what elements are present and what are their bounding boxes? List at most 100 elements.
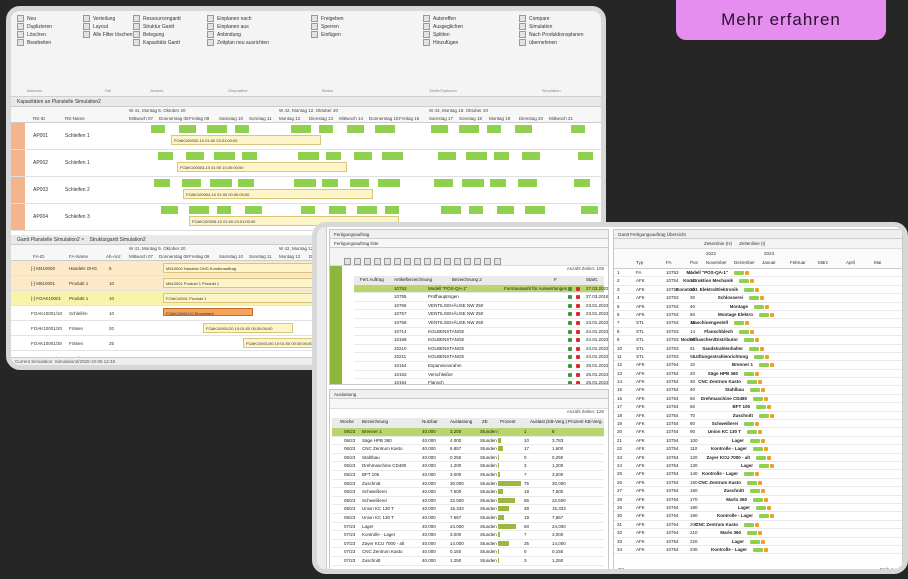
gantt-overview-row[interactable]: 23 AFK 10754 120 Zayer KCU 7000 - alt — [614, 454, 902, 462]
ribbon-button[interactable]: Bearbeiten — [17, 39, 52, 47]
capacity-bar[interactable] — [161, 206, 178, 214]
gantt-overview-row[interactable]: 26 AFK 10754 150 CNC Zentrum Kasto — [614, 479, 902, 488]
gantt-overview-row[interactable]: 2 AFK 10754 10 Konstruktion Mechanik — [614, 277, 902, 286]
ribbon-button[interactable]: Autoreffen — [423, 15, 463, 23]
capacity-bar[interactable] — [469, 206, 483, 214]
gantt-overview-row[interactable]: 30 AFK 10754 190 Kontrolle - Lager — [614, 512, 902, 521]
gantt-overview-row[interactable]: 1 FA 10753 1 Modell "POS-QA-1" — [614, 269, 902, 278]
tab-struktur[interactable]: Strukturgantt Simulation2 — [90, 237, 146, 243]
load-row[interactable]: 05/23 Zuschnitt 40.000 30.000 Stunden 75 30,00… — [332, 480, 604, 489]
ribbon-button[interactable]: Hinzufügen — [423, 39, 463, 47]
ribbon-button[interactable]: übernehmen — [519, 39, 583, 47]
gantt-overview-row[interactable]: 29 AFK 10754 180 Lager — [614, 504, 902, 513]
gantt-overview-row[interactable]: 20 AFK 10754 90 Union KC 130 T — [614, 428, 902, 437]
load-row[interactable]: 07/23 Zayer KCU 7000 - alt 40.000 14.000 Stu… — [332, 540, 604, 549]
capacity-bar[interactable] — [490, 179, 506, 187]
capacity-bar[interactable] — [357, 206, 377, 214]
ribbon-button[interactable]: Anbindung — [207, 31, 269, 39]
gantt-overview-row[interactable]: 13 AFK 10754 20 Säge HPB 360 — [614, 370, 902, 379]
load-row[interactable]: 07/23 Kontrolle - Lager 40.000 3.000 Stunden… — [332, 531, 604, 540]
gantt-overview-row[interactable]: 18 AFK 10754 70 Zuschnitt — [614, 412, 902, 421]
capacity-bar[interactable] — [438, 152, 456, 160]
gantt-overview-row[interactable]: 33 AFK 10754 220 Lager — [614, 538, 902, 546]
load-row[interactable]: 05/23 BFT 105 40.000 3.000 Stunden 7 3,000 — [332, 471, 604, 480]
capacity-bar[interactable] — [378, 179, 400, 187]
order-bar[interactable]: FOAK10001/20 10:01:00 00:30:00:00 — [203, 323, 293, 333]
capacity-bar[interactable] — [158, 152, 173, 160]
ribbon-button[interactable]: Duplizieren — [17, 23, 52, 31]
gantt-overview-row[interactable]: 17 AFK 10754 60 BFT 105 — [614, 403, 902, 412]
orders-row[interactable]: 10158 KOLBENSTANGE 24.01.2023 — [354, 336, 608, 345]
toolbar-icon[interactable] — [454, 258, 461, 266]
capacity-bar[interactable] — [578, 152, 593, 160]
capacity-bar[interactable] — [210, 179, 232, 187]
load-row[interactable]: 06/23 Drehmaschine CD480 40.000 1.200 Stunde… — [332, 462, 604, 471]
capacity-bar[interactable] — [245, 206, 262, 214]
gantt-overview-row[interactable]: 28 AFK 10754 170 Marlo 360 — [614, 496, 902, 504]
ribbon-button[interactable]: Neu — [17, 15, 52, 23]
capacity-bar[interactable] — [242, 152, 257, 160]
resource-row[interactable]: AP002 Schleifen 1 FOAK100003-10 01:00 10:3… — [11, 150, 601, 177]
ribbon-button[interactable]: Zeitplan neu ausrichten — [207, 39, 269, 47]
toolbar-icon[interactable] — [494, 258, 501, 266]
toolbar-icon[interactable] — [344, 258, 351, 266]
gantt-overview-row[interactable]: 12 AFK 10754 10 Brenner 1 — [614, 361, 902, 370]
ribbon-button[interactable]: Struktur Gantt — [133, 23, 181, 31]
toolbar-icon[interactable] — [364, 258, 371, 266]
orders-pane-title[interactable]: Fertigungsauftrag — [334, 232, 369, 237]
gantt-overview-row[interactable]: 19 AFK 10754 80 Schweißerei — [614, 420, 902, 429]
ribbon-button[interactable]: Verteilung — [83, 15, 132, 23]
gantt-overview-row[interactable]: 25 AFK 10754 140 Kontrolle - Lager — [614, 470, 902, 479]
toolbar-icon[interactable] — [484, 258, 491, 266]
gantt-overview-row[interactable]: 10 STL 10753 61 Sandstrahlenhalter — [614, 345, 902, 353]
toolbar-icon[interactable] — [444, 258, 451, 266]
operation-bar[interactable]: FOAK100003-10 01:00 10:30:00:00 — [177, 162, 347, 172]
order-bar[interactable]: FOAK10001/10 Eingeplant — [163, 308, 253, 316]
load-row[interactable]: 06/23 CNC Zentrum Kasto 40.000 6.857 Stunden… — [332, 445, 604, 454]
toolbar-icon[interactable] — [384, 258, 391, 266]
gantt-overview-row[interactable]: 16 AFK 10754 50 Drehmaschine CD480 — [614, 395, 902, 404]
load-row[interactable]: 06/23 Säge HPB 360 40.000 4.000 Stunden 10 3,7… — [332, 437, 604, 446]
orders-row[interactable]: 10758 VENTILGEHÄUSE NW 250 23.01.2023 — [354, 319, 608, 328]
capacity-bar[interactable] — [151, 125, 165, 133]
ribbon-button[interactable]: Freigeben — [311, 15, 344, 23]
capacity-bar[interactable] — [329, 206, 346, 214]
capacity-bar[interactable] — [525, 206, 545, 214]
capacity-bar[interactable] — [350, 179, 369, 187]
load-row[interactable]: 05/23 Union KC 130 T 40.000 15.333 Stunden 38… — [332, 505, 604, 514]
capacity-bar[interactable] — [291, 125, 311, 133]
capacity-bar[interactable] — [459, 125, 479, 133]
load-row[interactable]: 05/23 Schweißerei 40.000 7.500 Stunden 18 7,50… — [332, 488, 604, 497]
toolbar-icon[interactable] — [354, 258, 361, 266]
capacity-bar[interactable] — [441, 206, 461, 214]
toolbar-icon[interactable] — [434, 258, 441, 266]
tab-gantt[interactable]: Gantt Planstelle Simulation2 — [17, 237, 80, 243]
gantt-overview-row[interactable]: 15 AFK 10754 40 Stahlbau — [614, 386, 902, 395]
capacity-bar[interactable] — [154, 179, 170, 187]
load-row[interactable]: 07/23 Lager 40.000 24.000 Stunden 60 24,000 — [332, 523, 604, 532]
resource-row[interactable]: AP003 Schleifen 2 FOAK100004-10 01:00 00:3… — [11, 177, 601, 204]
gantt-overview-row[interactable]: 34 AFK 10754 230 Kontrolle - Lager — [614, 546, 902, 555]
capacity-bar[interactable] — [522, 152, 540, 160]
gantt-overview-row[interactable]: 32 AFK 10754 210 Marlo 360 — [614, 529, 902, 538]
mehr-erfahren-button[interactable]: Mehr erfahren — [676, 0, 886, 40]
capacity-bar[interactable] — [354, 152, 372, 160]
capacity-bar[interactable] — [319, 125, 333, 133]
gantt-overview-row[interactable]: 22 AFK 10754 110 Kontrolle - Lager — [614, 445, 902, 454]
gantt-overview-row[interactable]: 14 AFK 10754 30 CNC Zentrum Kasto — [614, 378, 902, 387]
gantt-overview-title[interactable]: Gantt Fertigungsauftrag Übersicht — [618, 232, 686, 237]
capacity-bar[interactable] — [515, 125, 532, 133]
operation-bar[interactable]: FOAK100004-10 01:00 00:30:00:00 — [183, 189, 373, 199]
load-row[interactable]: 06/23 Stahlbau 40.000 0.250 Stunden 0 0,250 — [332, 454, 604, 463]
toolbar-icon[interactable] — [464, 258, 471, 266]
gantt-overview-row[interactable]: 8 STL 10753 14 Flanschblech — [614, 328, 902, 337]
toolbar-icon[interactable] — [474, 258, 481, 266]
gantt-overview-row[interactable]: 27 AFK 10754 160 Zuschnitt — [614, 487, 902, 496]
capacity-bar[interactable] — [301, 206, 315, 214]
capacity-bar[interactable] — [487, 125, 501, 133]
capacity-bar[interactable] — [571, 125, 585, 133]
capacity-bar[interactable] — [294, 179, 316, 187]
capacity-bar[interactable] — [189, 206, 209, 214]
load-row[interactable]: 07/23 Zuschnitt 40.000 1.250 Stunden 3 1,250 — [332, 557, 604, 566]
capacity-bar[interactable] — [466, 152, 487, 160]
